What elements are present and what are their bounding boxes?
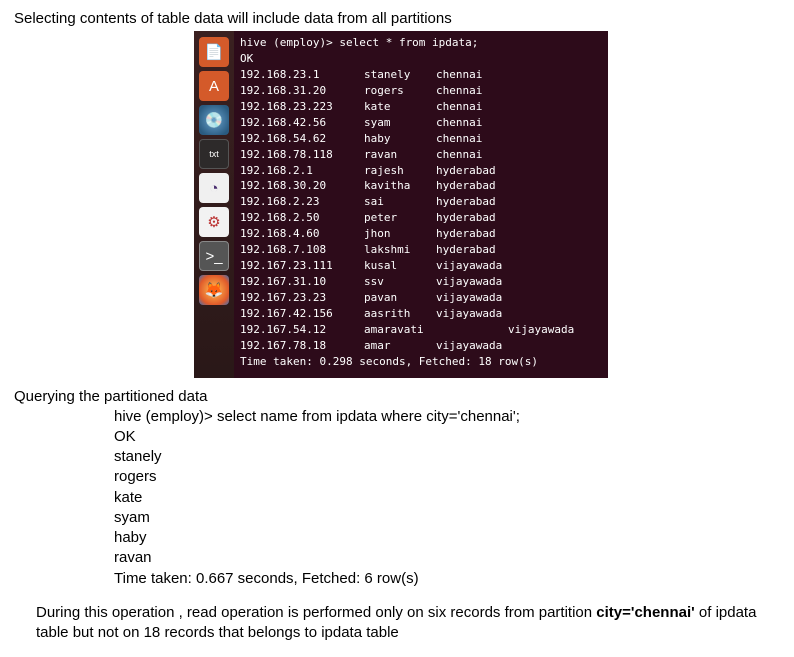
hive-query-line: hive (employ)> select name from ipdata w… — [114, 407, 780, 427]
query-block: hive (employ)> select name from ipdata w… — [114, 407, 780, 589]
impress-icon: 📄 — [199, 37, 229, 67]
table-row: 192.168.54.62habychennai — [240, 131, 602, 147]
table-row: 192.167.31.10ssvvijayawada — [240, 274, 602, 290]
heading-select-all: Selecting contents of table data will in… — [14, 10, 780, 27]
terminal-icon: >_ — [199, 241, 229, 271]
time-taken-line: Time taken: 0.298 seconds, Fetched: 18 r… — [240, 354, 602, 370]
table-row: 192.167.54.12amaravativijayawada — [240, 322, 602, 338]
result-name: stanely — [114, 447, 780, 467]
explanation-paragraph: During this operation , read operation i… — [36, 603, 766, 644]
text-editor-icon: txt — [199, 139, 229, 169]
terminal-screenshot: 📄 A 💿 txt ◔ ⚙ >_ 🦊 hive (employ)> select… — [194, 31, 608, 378]
terminal-output: hive (employ)> select * from ipdata; OK … — [234, 31, 608, 378]
table-row: 192.168.4.60jhonhyderabad — [240, 226, 602, 242]
table-row: 192.168.30.20kavithahyderabad — [240, 178, 602, 194]
table-row: 192.167.42.156aasrithvijayawada — [240, 306, 602, 322]
eclipse-icon: ◔ — [199, 173, 229, 203]
hive-prompt-line: hive (employ)> select * from ipdata; — [240, 35, 602, 51]
table-row: 192.168.78.118ravanchennai — [240, 147, 602, 163]
table-row: 192.168.2.50peterhyderabad — [240, 210, 602, 226]
table-row: 192.168.7.108lakshmihyderabad — [240, 242, 602, 258]
unity-launcher: 📄 A 💿 txt ◔ ⚙ >_ 🦊 — [194, 31, 234, 378]
table-row: 192.168.23.223katechennai — [240, 99, 602, 115]
settings-icon: ⚙ — [199, 207, 229, 237]
result-name: ravan — [114, 548, 780, 568]
result-name: syam — [114, 508, 780, 528]
table-row: 192.167.23.111kusalvijayawada — [240, 258, 602, 274]
result-name: kate — [114, 488, 780, 508]
table-row: 192.168.2.1rajeshhyderabad — [240, 163, 602, 179]
result-name: haby — [114, 528, 780, 548]
table-row: 192.167.23.23pavanvijayawada — [240, 290, 602, 306]
time-taken-line: Time taken: 0.667 seconds, Fetched: 6 ro… — [114, 569, 780, 589]
table-row: 192.167.78.18amarvijayawada — [240, 338, 602, 354]
heading-query-partitioned: Querying the partitioned data — [14, 388, 780, 405]
ok-line: OK — [114, 427, 780, 447]
software-center-icon: A — [199, 71, 229, 101]
table-row: 192.168.2.23saihyderabad — [240, 194, 602, 210]
table-row: 192.168.23.1stanelychennai — [240, 67, 602, 83]
media-icon: 💿 — [199, 105, 229, 135]
table-row: 192.168.42.56syamchennai — [240, 115, 602, 131]
para-text-before: During this operation , read operation i… — [36, 604, 596, 621]
para-text-bold: city='chennai' — [596, 604, 694, 621]
result-name: rogers — [114, 467, 780, 487]
table-row: 192.168.31.20rogerschennai — [240, 83, 602, 99]
ok-line: OK — [240, 51, 602, 67]
firefox-icon: 🦊 — [199, 275, 229, 305]
